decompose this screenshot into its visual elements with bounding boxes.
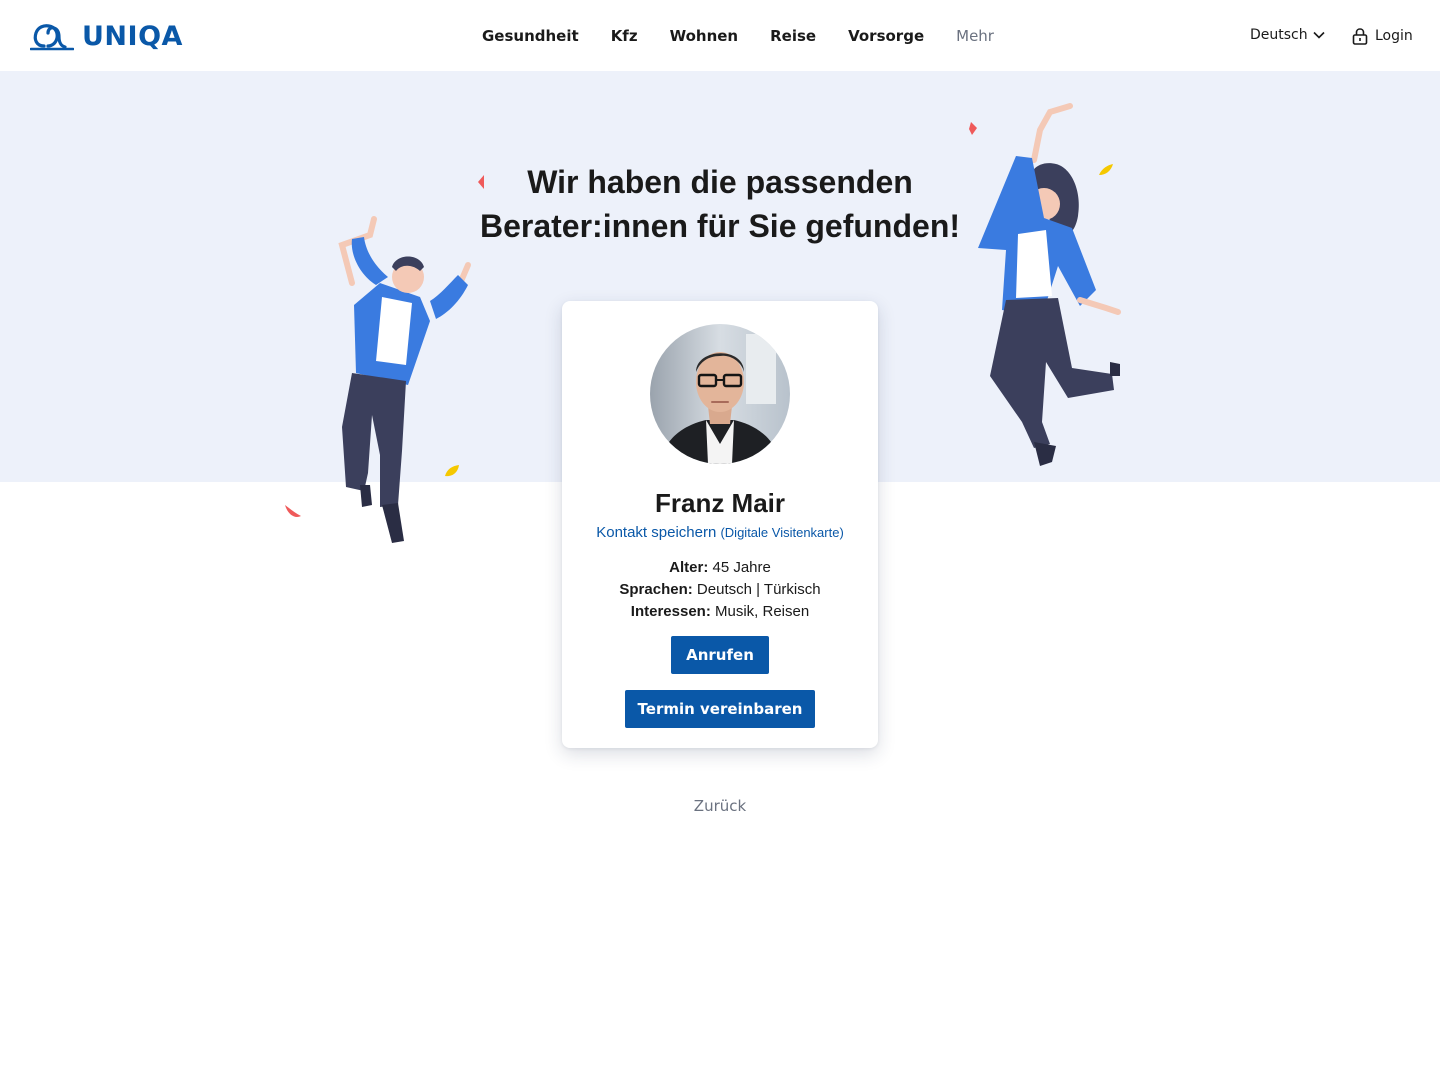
main-nav: Gesundheit Kfz Wohnen Reise Vorsorge Meh…: [466, 0, 1010, 71]
save-contact-link[interactable]: Kontakt speichern (Digitale Visitenkarte…: [562, 523, 878, 543]
brand-logo[interactable]: UNIQA: [30, 22, 183, 52]
page-title: Wir haben die passenden Berater:innen fü…: [420, 160, 1020, 248]
site-header: UNIQA Gesundheit Kfz Wohnen Reise Vorsor…: [0, 0, 1440, 71]
fact-languages-value: Deutsch | Türkisch: [696, 581, 821, 598]
language-selector[interactable]: Deutsch: [1250, 27, 1326, 43]
nav-item-kfz[interactable]: Kfz: [595, 26, 654, 46]
fact-languages: Sprachen: Deutsch | Türkisch: [562, 579, 878, 601]
fact-languages-label: Sprachen:: [619, 581, 693, 598]
fact-interests: Interessen: Musik, Reisen: [562, 601, 878, 623]
brand-name: UNIQA: [82, 21, 183, 52]
fact-age-label: Alter:: [669, 559, 709, 576]
lock-icon: [1352, 28, 1368, 45]
nav-item-gesundheit[interactable]: Gesundheit: [466, 26, 595, 46]
nav-item-wohnen[interactable]: Wohnen: [654, 26, 755, 46]
fact-age-value: 45 Jahre: [712, 559, 771, 576]
uniqa-logo-icon: [30, 24, 74, 51]
advisor-photo: [650, 324, 790, 464]
advisor-card: Franz Mair Kontakt speichern (Digitale V…: [562, 301, 878, 748]
back-link-container: Zurück: [0, 795, 1440, 817]
advisor-avatar: [650, 324, 790, 464]
fact-interests-value: Musik, Reisen: [715, 603, 810, 620]
login-link[interactable]: Login: [1352, 27, 1413, 45]
advisor-name: Franz Mair: [654, 488, 786, 518]
nav-item-reise[interactable]: Reise: [754, 26, 832, 46]
jumping-woman-illustration: [978, 103, 1121, 466]
save-contact-hint: (Digitale Visitenkarte): [720, 525, 844, 540]
back-link[interactable]: Zurück: [694, 797, 746, 815]
language-label: Deutsch: [1250, 27, 1308, 43]
appointment-button[interactable]: Termin vereinbaren: [625, 690, 815, 728]
fact-interests-label: Interessen:: [630, 603, 711, 620]
call-button[interactable]: Anrufen: [671, 636, 769, 674]
advisor-facts: Alter: 45 Jahre Sprachen: Deutsch | Türk…: [562, 557, 878, 623]
nav-item-vorsorge[interactable]: Vorsorge: [832, 26, 940, 46]
page-title-line-2: Berater:innen für Sie gefunden!: [479, 208, 961, 244]
save-contact-label: Kontakt speichern: [596, 524, 717, 541]
jumping-man-illustration: [338, 216, 471, 543]
nav-item-mehr[interactable]: Mehr: [940, 26, 1010, 46]
chevron-down-icon: [1313, 31, 1325, 39]
fact-age: Alter: 45 Jahre: [562, 557, 878, 579]
login-label: Login: [1375, 28, 1413, 44]
page-title-line-1: Wir haben die passenden: [527, 164, 913, 200]
